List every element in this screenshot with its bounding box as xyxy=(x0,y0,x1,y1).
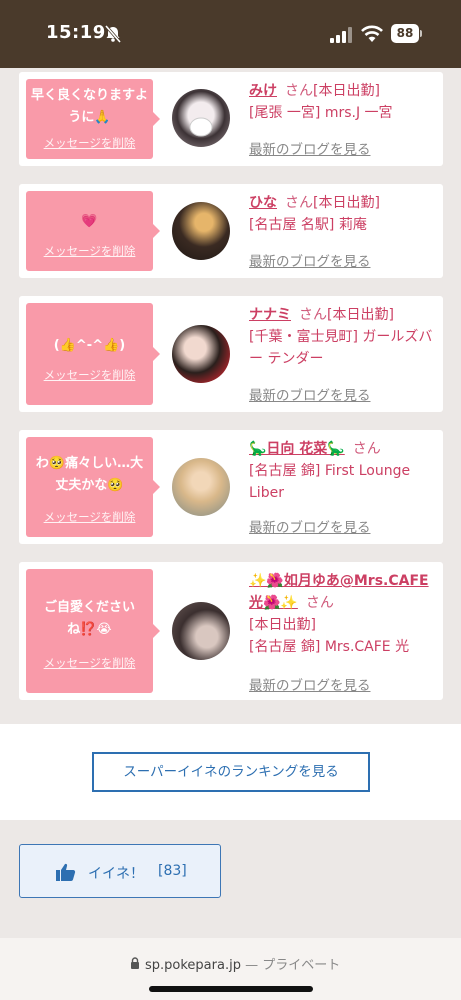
message-card: ご自愛くださいね⁉️😭 メッセージを削除 ✨🌺如月ゆあ@Mrs.CAFE光🌺✨ さ… xyxy=(19,562,443,700)
shop-info: [名古屋 名駅] 莉庵 xyxy=(249,217,367,233)
url-separator: — xyxy=(245,958,259,973)
url-text: sp.pokepara.jp — プライベート xyxy=(145,954,340,973)
honorific: さん xyxy=(285,83,313,99)
avatar[interactable] xyxy=(172,458,230,516)
status-bar: 15:19 88 xyxy=(0,0,461,68)
work-status: [本日出勤] xyxy=(249,617,316,633)
message-bubble: わ🥺痛々しい…大丈夫かな🥺 メッセージを削除 xyxy=(26,437,160,537)
ranking-section: スーパーイイネのランキングを見る xyxy=(0,724,461,820)
message-bubble: 早く良くなりますように🙏 メッセージを削除 xyxy=(26,79,160,159)
user-info: ひな さん[本日出勤] [名古屋 名駅] 莉庵 xyxy=(249,192,439,236)
thumbs-up-icon xyxy=(56,863,76,881)
message-card: 💗 メッセージを削除 ひな さん[本日出勤] [名古屋 名駅] 莉庵 最新のブログ… xyxy=(19,184,443,278)
latest-blog-link[interactable]: 最新のブログを見る xyxy=(249,516,371,536)
message-bubble: (👍^-^👍) メッセージを削除 xyxy=(26,303,160,405)
message-text: わ🥺痛々しい…大丈夫かな🥺 xyxy=(35,456,144,493)
message-bubble: 💗 メッセージを削除 xyxy=(26,191,160,271)
user-info: ✨🌺如月ゆあ@Mrs.CAFE光🌺✨ さん [本日出勤] [名古屋 錦] Mrs.… xyxy=(249,570,439,658)
honorific: さん xyxy=(352,441,381,457)
battery-icon: 88 xyxy=(391,24,423,44)
super-like-ranking-button[interactable]: スーパーイイネのランキングを見る xyxy=(92,752,370,792)
shop-info: [尾張 一宮] mrs.J 一宮 xyxy=(249,105,393,121)
delete-message-link[interactable]: メッセージを削除 xyxy=(26,509,153,525)
wifi-icon xyxy=(361,25,383,42)
user-name-link[interactable]: ひな xyxy=(249,195,277,211)
work-status: [本日出勤] xyxy=(313,195,380,211)
work-status: [本日出勤] xyxy=(327,307,394,323)
user-info: みけ さん[本日出勤] [尾張 一宮] mrs.J 一宮 xyxy=(249,80,439,124)
user-name-link[interactable]: ✨🌺如月ゆあ@Mrs.CAFE光🌺✨ xyxy=(249,573,429,611)
browsing-mode: プライベート xyxy=(262,958,341,973)
avatar[interactable] xyxy=(172,202,230,260)
message-bubble: ご自愛くださいね⁉️😭 メッセージを削除 xyxy=(26,569,160,693)
message-card: 早く良くなりますように🙏 メッセージを削除 みけ さん[本日出勤] [尾張 一宮]… xyxy=(19,72,443,166)
latest-blog-link[interactable]: 最新のブログを見る xyxy=(249,250,371,270)
home-indicator[interactable] xyxy=(149,986,313,992)
shop-info: [名古屋 錦] Mrs.CAFE 光 xyxy=(249,639,410,655)
message-text: ご自愛くださいね⁉️😭 xyxy=(43,600,135,637)
honorific: さん xyxy=(299,307,327,323)
shop-info: [千葉・富士見町] ガールズバー テンダー xyxy=(249,329,433,367)
browser-url-bar[interactable]: sp.pokepara.jp — プライベート xyxy=(0,938,461,1000)
like-label: イイネ！ xyxy=(88,866,144,882)
avatar[interactable] xyxy=(172,325,230,383)
latest-blog-link[interactable]: 最新のブログを見る xyxy=(249,384,371,404)
message-card: わ🥺痛々しい…大丈夫かな🥺 メッセージを削除 🦕日向 花菜🦕 さん [名古屋 錦]… xyxy=(19,430,443,544)
lock-icon xyxy=(131,957,139,969)
work-status: [本日出勤] xyxy=(313,83,380,99)
like-button[interactable]: イイネ！ [83] xyxy=(19,844,221,898)
shop-info: [名古屋 錦] First Lounge Liber xyxy=(249,463,411,501)
battery-level: 88 xyxy=(391,24,419,43)
message-text: 💗 xyxy=(81,214,98,229)
user-info: ナナミ さん[本日出勤] [千葉・富士見町] ガールズバー テンダー xyxy=(249,304,439,370)
delete-message-link[interactable]: メッセージを削除 xyxy=(26,135,153,151)
bell-slash-icon xyxy=(104,25,122,43)
honorific: さん xyxy=(305,595,334,611)
delete-message-link[interactable]: メッセージを削除 xyxy=(26,367,153,383)
message-card: (👍^-^👍) メッセージを削除 ナナミ さん[本日出勤] [千葉・富士見町] ガ… xyxy=(19,296,443,412)
delete-message-link[interactable]: メッセージを削除 xyxy=(26,655,153,671)
message-text: 早く良くなりますように🙏 xyxy=(30,88,148,125)
signal-icon xyxy=(330,27,352,43)
honorific: さん xyxy=(285,195,313,211)
delete-message-link[interactable]: メッセージを削除 xyxy=(26,243,153,259)
like-count: [83] xyxy=(158,863,187,879)
user-name-link[interactable]: みけ xyxy=(249,83,277,99)
user-info: 🦕日向 花菜🦕 さん [名古屋 錦] First Lounge Liber xyxy=(249,438,439,504)
user-name-link[interactable]: 🦕日向 花菜🦕 xyxy=(249,441,345,457)
avatar[interactable] xyxy=(172,89,230,147)
user-name-link[interactable]: ナナミ xyxy=(249,307,291,323)
status-time: 15:19 xyxy=(46,22,106,43)
latest-blog-link[interactable]: 最新のブログを見る xyxy=(249,138,371,158)
latest-blog-link[interactable]: 最新のブログを見る xyxy=(249,674,371,694)
url-domain: sp.pokepara.jp xyxy=(145,958,241,973)
avatar[interactable] xyxy=(172,602,230,660)
message-text: (👍^-^👍) xyxy=(53,338,126,353)
